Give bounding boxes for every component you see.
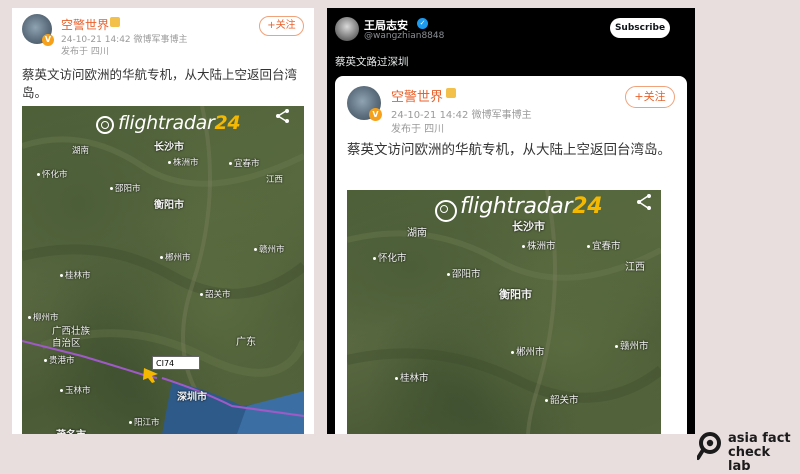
quoted-flightradar-brand-num: 24 (572, 194, 603, 219)
flight-label-box[interactable]: CI74 (152, 356, 200, 370)
verified-check-icon: ✓ (417, 18, 428, 29)
quoted-map-terrain-overlay (347, 190, 661, 434)
quoted-map-label-jiangxi: 江西 (625, 262, 645, 273)
post-location: 发布于 四川 (61, 47, 109, 57)
map-label-huaihua: 怀化市 (37, 168, 68, 180)
map-label-yangjiang: 阳江市 (129, 416, 160, 428)
quoted-weibo-post[interactable]: V 空警世界 24-10-21 14:42 微博军事博主 发布于 四川 +关注 … (335, 76, 687, 434)
flightradar-brand-num: 24 (214, 112, 241, 134)
map-label-jiangxi: 江西 (266, 175, 284, 185)
flightradar-logo-icon (96, 116, 114, 134)
map-label-ganzhou: 赣州市 (254, 243, 285, 255)
quoted-share-icon[interactable] (632, 194, 652, 212)
quoted-map-label-hengyang: 衡阳市 (499, 288, 532, 301)
logo-line-1: asia fact (728, 431, 791, 446)
quoted-flightradar-wordmark: flightradar24 (460, 194, 603, 219)
flightradar-map-image: flightradar24 长沙市 湖南 株洲市 宜春市 江西 怀化市 邵阳市 … (22, 106, 304, 434)
quoted-map-label-zhuzhou: 株洲市 (522, 238, 556, 252)
quoted-map-label-guilin: 桂林市 (395, 370, 429, 384)
quoted-map-label-hunan: 湖南 (407, 228, 427, 239)
quoted-vip-icon (446, 88, 456, 98)
quoted-map-label-ganzhou: 赣州市 (615, 338, 649, 352)
tweet-avatar[interactable] (335, 17, 359, 41)
quoted-map-label-huaihua: 怀化市 (373, 250, 407, 264)
flightradar-wordmark: flightradar24 (118, 112, 241, 134)
magnifier-logo-icon (697, 432, 721, 460)
quoted-post-text: 蔡英文访问欧洲的华航专机，从大陆上空返回台湾岛。 (347, 142, 671, 158)
quoted-timestamp-source: 24-10-21 14:42 微博军事博主 (391, 110, 532, 121)
asia-fact-check-lab-logo: asia fact check lab (697, 429, 797, 474)
map-label-hunan: 湖南 (72, 146, 90, 156)
map-label-shaoyang: 邵阳市 (110, 182, 141, 194)
map-label-hengyang: 衡阳市 (154, 200, 184, 211)
map-label-guilin: 桂林市 (60, 269, 91, 281)
map-label-yichun: 宜春市 (229, 157, 260, 169)
map-label-shaoguan: 韶关市 (200, 288, 231, 300)
quoted-follow-button[interactable]: +关注 (625, 86, 675, 108)
map-label-liuzhou: 柳州市 (28, 311, 59, 323)
quoted-verified-badge-icon: V (369, 108, 382, 121)
post-text: 蔡英文访问欧洲的华航专机，从大陆上空返回台湾岛。 (22, 67, 298, 100)
quoted-map-label-chenzhou: 郴州市 (511, 344, 545, 358)
verified-badge-icon: V (42, 34, 54, 46)
follow-button[interactable]: +关注 (259, 16, 304, 36)
quoted-flightradar-logo-icon (435, 200, 457, 222)
quoted-flightradar-brand-main: flightradar (460, 194, 573, 219)
quoted-account-name[interactable]: 空警世界 (391, 86, 443, 105)
quoted-flightradar-map-image: flightradar24 湖南 长沙市 株洲市 宜春市 怀化市 邵阳市 江西 … (347, 190, 661, 434)
map-label-guangxi: 广西壮族自治区 (52, 326, 91, 349)
map-label-guigang: 贵港市 (44, 354, 75, 366)
vip-icon (110, 17, 120, 27)
map-label-chenzhou: 郴州市 (160, 251, 191, 263)
map-label-changsha: 长沙市 (154, 142, 184, 153)
subscribe-button[interactable]: Subscribe (610, 18, 670, 38)
tweet-text: 蔡英文路过深圳 (335, 56, 409, 68)
flight-callsign: CI74 (156, 359, 175, 368)
quoted-map-label-changsha: 长沙市 (512, 220, 545, 233)
quoted-map-label-yichun: 宜春市 (587, 238, 621, 252)
quoted-map-label-shaoyang: 邵阳市 (447, 266, 481, 280)
flightradar-brand-main: flightradar (118, 112, 215, 134)
weibo-account-name[interactable]: 空警世界 (61, 16, 109, 33)
quoted-map-label-shaoguan: 韶关市 (545, 392, 579, 406)
map-label-shenzhen: 深圳市 (177, 392, 207, 403)
map-label-maoming: 茂名市 (56, 426, 86, 434)
quoted-location: 发布于 四川 (391, 124, 445, 135)
share-icon[interactable] (269, 116, 285, 130)
tweet-card: 王局志安 ✓ @wangzhian8848 Subscribe 蔡英文路过深圳 … (327, 8, 695, 434)
map-label-yulin: 玉林市 (60, 384, 91, 396)
weibo-post-card: V 空警世界 24-10-21 14:42 微博军事博主 发布于 四川 +关注 … (12, 8, 314, 434)
map-label-guangdong: 广东 (236, 337, 256, 348)
tweet-handle[interactable]: @wangzhian8848 (364, 31, 444, 41)
map-label-zhuzhou: 株洲市 (168, 156, 199, 168)
